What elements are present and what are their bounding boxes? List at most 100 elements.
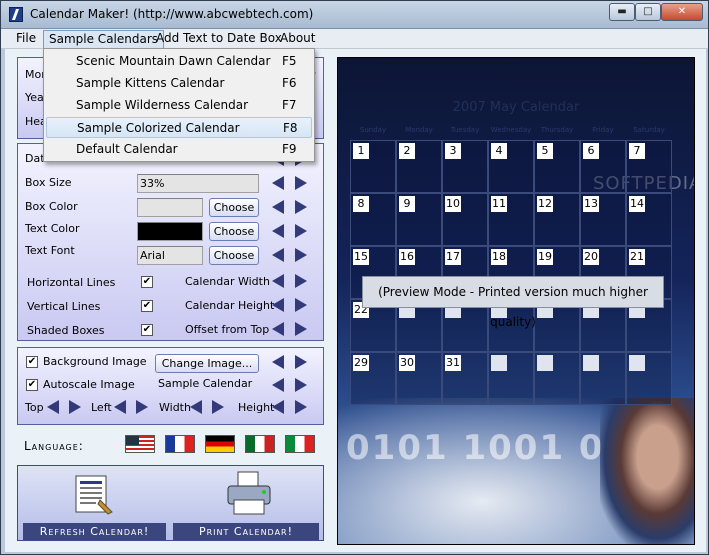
calendar-day-cell: 9	[396, 193, 442, 246]
minimize-button[interactable]: ▬	[609, 3, 635, 21]
background-person	[600, 398, 694, 544]
height-decrease-icon[interactable]	[272, 298, 284, 312]
calendar-height-label: Calendar Height	[185, 299, 275, 312]
text-color-choose-button[interactable]: Choose	[209, 222, 259, 241]
calendar-day-cell: 13	[580, 193, 626, 246]
calendar-day-cell: 8	[350, 193, 396, 246]
flag-de-icon[interactable]	[205, 435, 235, 453]
text-font-next-icon[interactable]	[295, 248, 307, 262]
menu-about[interactable]: About	[275, 30, 320, 48]
text-color-prev-icon[interactable]	[272, 224, 284, 238]
menu-file[interactable]: File	[11, 30, 41, 48]
box-settings-panel: Dat Box Size 33% Box Color Choose Text C…	[17, 143, 324, 341]
refresh-calendar-button[interactable]: Refresh Calendar!	[23, 523, 166, 540]
box-size-field[interactable]: 33%	[137, 174, 259, 193]
horizontal-lines-label: Horizontal Lines	[27, 276, 116, 289]
background-image-checkbox[interactable]: ✔	[26, 356, 38, 368]
calendar-day-number: 17	[445, 249, 461, 265]
day-header: Thursday	[540, 126, 574, 134]
menu-add-text[interactable]: Add Text to Date Box	[151, 30, 287, 48]
flag-mx-icon[interactable]	[245, 435, 275, 453]
top-increase-icon[interactable]	[69, 400, 81, 414]
sample-prev-icon[interactable]	[272, 378, 284, 392]
dropdown-shortcut: F6	[282, 76, 297, 90]
text-font-choose-button[interactable]: Choose	[209, 246, 259, 265]
image-next-icon[interactable]	[295, 355, 307, 369]
shaded-boxes-label: Shaded Boxes	[27, 324, 105, 337]
dropdown-label: Sample Wilderness Calendar	[76, 98, 249, 112]
menu-sample-colorized[interactable]: Sample Colorized Calendar F8	[46, 117, 312, 138]
text-color-swatch	[137, 222, 203, 241]
menu-scenic-mountain-dawn[interactable]: Scenic Mountain Dawn Calendar F5	[46, 51, 312, 72]
calendar-day-number: 12	[537, 196, 553, 212]
menu-sample-wilderness[interactable]: Sample Wilderness Calendar F7	[46, 95, 312, 116]
close-button[interactable]: ✕	[661, 3, 703, 21]
refresh-calendar-icon[interactable]	[70, 472, 116, 518]
menu-default-calendar[interactable]: Default Calendar F9	[46, 139, 312, 160]
action-panel: Refresh Calendar! Print Calendar!	[17, 465, 324, 541]
calendar-width-label: Calendar Width	[185, 275, 270, 288]
calendar-day-cell: 31	[442, 352, 488, 405]
calendar-day-cell: 4	[488, 140, 534, 193]
window-title: Calendar Maker! (http://www.abcwebtech.c…	[30, 7, 314, 21]
left-label: Left	[91, 401, 112, 414]
top-decrease-icon[interactable]	[47, 400, 59, 414]
box-size-decrease-icon[interactable]	[272, 176, 284, 190]
width-decrease-icon[interactable]	[272, 274, 284, 288]
box-color-next-icon[interactable]	[295, 200, 307, 214]
image-prev-icon[interactable]	[272, 355, 284, 369]
left-increase-icon[interactable]	[136, 400, 148, 414]
horizontal-lines-checkbox[interactable]: ✔	[141, 276, 153, 288]
menu-sample-calendars[interactable]: Sample Calendars	[43, 30, 165, 48]
offset-increase-icon[interactable]	[295, 322, 307, 336]
calendar-day-number: 18	[491, 249, 507, 265]
dropdown-label: Default Calendar	[76, 142, 178, 156]
img-height-decrease-icon[interactable]	[272, 400, 284, 414]
vertical-lines-checkbox[interactable]: ✔	[141, 300, 153, 312]
text-color-next-icon[interactable]	[295, 224, 307, 238]
menu-sample-kittens[interactable]: Sample Kittens Calendar F6	[46, 73, 312, 94]
flag-it-icon[interactable]	[285, 435, 315, 453]
box-size-increase-icon[interactable]	[295, 176, 307, 190]
calendar-day-cell: 1	[350, 140, 396, 193]
box-color-choose-button[interactable]: Choose	[209, 198, 259, 217]
offset-from-top-label: Offset from Top	[185, 323, 270, 336]
title-bar[interactable]: Calendar Maker! (http://www.abcwebtech.c…	[1, 1, 708, 29]
calendar-day-cell: 30	[396, 352, 442, 405]
change-image-button[interactable]: Change Image...	[155, 354, 259, 373]
text-font-label: Text Font	[25, 244, 75, 257]
left-decrease-icon[interactable]	[114, 400, 126, 414]
menu-bar: File Sample Calendars Add Text to Date B…	[1, 29, 708, 49]
text-color-label: Text Color	[25, 222, 80, 235]
print-calendar-button[interactable]: Print Calendar!	[173, 523, 319, 540]
maximize-button[interactable]: □	[635, 3, 661, 21]
calendar-day-number: 14	[629, 196, 645, 212]
calendar-day-number: 31	[445, 355, 461, 371]
img-width-decrease-icon[interactable]	[190, 400, 202, 414]
shaded-boxes-checkbox[interactable]: ✔	[141, 324, 153, 336]
box-color-prev-icon[interactable]	[272, 200, 284, 214]
width-increase-icon[interactable]	[295, 274, 307, 288]
flag-fr-icon[interactable]	[165, 435, 195, 453]
img-height-increase-icon[interactable]	[295, 400, 307, 414]
autoscale-image-checkbox[interactable]: ✔	[26, 379, 38, 391]
dropdown-label: Scenic Mountain Dawn Calendar	[76, 54, 271, 68]
day-header: Saturday	[633, 126, 665, 134]
calendar-day-blank	[491, 355, 507, 371]
flag-us-icon[interactable]	[125, 435, 155, 453]
calendar-day-cell: 7	[626, 140, 672, 193]
calendar-day-number: 19	[537, 249, 553, 265]
sample-next-icon[interactable]	[295, 378, 307, 392]
img-width-increase-icon[interactable]	[212, 400, 224, 414]
top-label: Top	[25, 401, 44, 414]
offset-decrease-icon[interactable]	[272, 322, 284, 336]
height-increase-icon[interactable]	[295, 298, 307, 312]
dropdown-shortcut: F5	[282, 54, 297, 68]
calendar-day-number: 20	[583, 249, 599, 265]
text-font-field[interactable]: Arial	[137, 246, 203, 265]
date-label: Dat	[25, 152, 45, 165]
printer-icon[interactable]	[224, 470, 274, 518]
calendar-day-number: 6	[583, 143, 599, 159]
text-font-prev-icon[interactable]	[272, 248, 284, 262]
app-window: Calendar Maker! (http://www.abcwebtech.c…	[0, 0, 709, 555]
